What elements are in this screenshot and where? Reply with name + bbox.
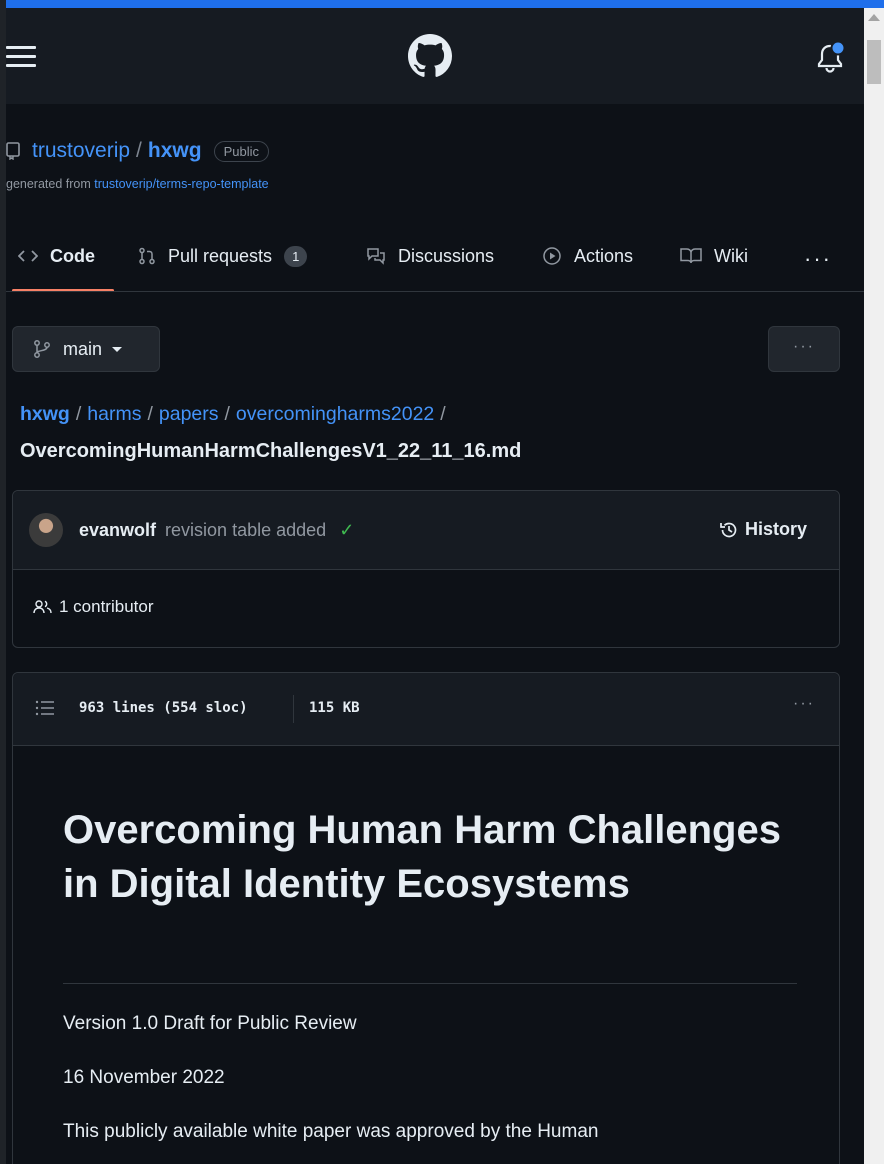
title-divider [63,983,797,984]
pull-request-icon [138,247,156,265]
document-version: Version 1.0 Draft for Public Review [63,1013,357,1034]
commit-summary: evanwolf revision table added ✓ [79,520,354,541]
notification-bell-icon[interactable] [814,40,846,74]
github-page: trustoverip / hxwg Public generated from… [6,8,864,1164]
file-more-button[interactable]: ··· [793,695,815,713]
tab-discussions-label: Discussions [398,245,495,266]
repo-owner-link[interactable]: trustoverip [32,139,130,163]
tab-actions-label: Actions [574,245,634,266]
visibility-badge: Public [213,140,269,162]
branch-name: main [63,338,103,359]
window-top-border [0,0,884,8]
github-logo-icon[interactable] [408,34,452,78]
commit-message-link[interactable]: revision table added [165,520,326,540]
breadcrumb-folder-link[interactable]: overcomingharms2022 [236,403,434,425]
tab-wiki[interactable]: Wiki [680,236,748,276]
avatar[interactable] [29,513,63,547]
tab-discussions[interactable]: Discussions [366,236,494,276]
play-icon [542,246,562,266]
repo-name-link[interactable]: hxwg [148,139,202,163]
tab-pull-requests[interactable]: Pull requests 1 [138,236,308,276]
breadcrumb: hxwg / harms / papers / overcomingharms2022/ [20,403,452,426]
branch-selector-button[interactable]: main [12,326,160,372]
breadcrumb-sep: / [224,403,230,425]
commit-author-link[interactable]: evanwolf [79,520,156,540]
more-tabs-button[interactable]: ··· [804,246,832,272]
tabs-divider [6,291,864,292]
file-line-count: 963 lines (554 sloc) [79,700,248,716]
file-content-box: 963 lines (554 sloc) 115 KB ··· Overcomi… [12,672,840,1164]
repo-title: trustoverip / hxwg Public [6,136,269,166]
discussion-icon [366,247,386,265]
document-title: Overcoming Human Harm Challenges in Digi… [63,808,781,906]
history-label: History [745,519,808,539]
tab-wiki-label: Wiki [714,245,748,266]
file-info-divider [293,695,294,723]
tab-code-label: Code [50,245,95,266]
menu-icon[interactable] [6,46,36,68]
people-icon [33,599,53,615]
code-icon [18,248,38,264]
history-icon [719,520,739,540]
file-header: 963 lines (554 sloc) 115 KB ··· [13,673,839,746]
book-icon [680,247,702,265]
breadcrumb-sep: / [75,403,82,425]
repo-separator: / [136,139,142,162]
document-intro: This publicly available white paper was … [63,1121,599,1142]
generated-from-text: generated from trustoverip/terms-repo-te… [6,177,269,191]
breadcrumb-repo-link[interactable]: hxwg [20,403,70,425]
pull-requests-count-badge: 1 [284,245,308,267]
commit-header: evanwolf revision table added ✓ History [13,491,839,570]
tab-pull-requests-label: Pull requests [168,245,273,266]
scroll-up-arrow-icon[interactable] [868,14,880,21]
breadcrumb-harms-link[interactable]: harms [87,403,141,425]
branch-icon [34,340,50,358]
top-header [6,8,864,104]
file-actions-more-button[interactable]: ··· [768,326,840,372]
vertical-scrollbar[interactable] [864,8,884,1164]
tab-code[interactable]: Code [18,236,95,276]
chevron-down-icon [112,346,123,352]
template-link[interactable]: trustoverip/terms-repo-template [94,177,268,191]
repo-nav-tabs: Code Pull requests 1 Discussions Actions [6,236,864,292]
history-button[interactable]: History [719,519,807,540]
breadcrumb-sep: / [147,403,153,425]
breadcrumb-papers-link[interactable]: papers [159,403,219,425]
contributors-link[interactable]: 1 contributor [33,597,154,617]
generated-prefix: generated from [6,177,91,191]
repo-icon [6,142,20,160]
latest-commit-box: evanwolf revision table added ✓ History … [12,490,840,648]
tab-actions[interactable]: Actions [542,236,633,276]
file-size: 115 KB [309,700,360,716]
contributors-label: 1 contributor [59,597,154,616]
scrollbar-thumb[interactable] [867,40,881,84]
breadcrumb-sep: / [440,403,446,425]
document-date: 16 November 2022 [63,1067,225,1088]
file-name: OvercomingHumanHarmChallengesV1_22_11_16… [20,440,522,462]
check-icon[interactable]: ✓ [339,520,354,540]
outline-list-icon[interactable] [35,699,55,717]
